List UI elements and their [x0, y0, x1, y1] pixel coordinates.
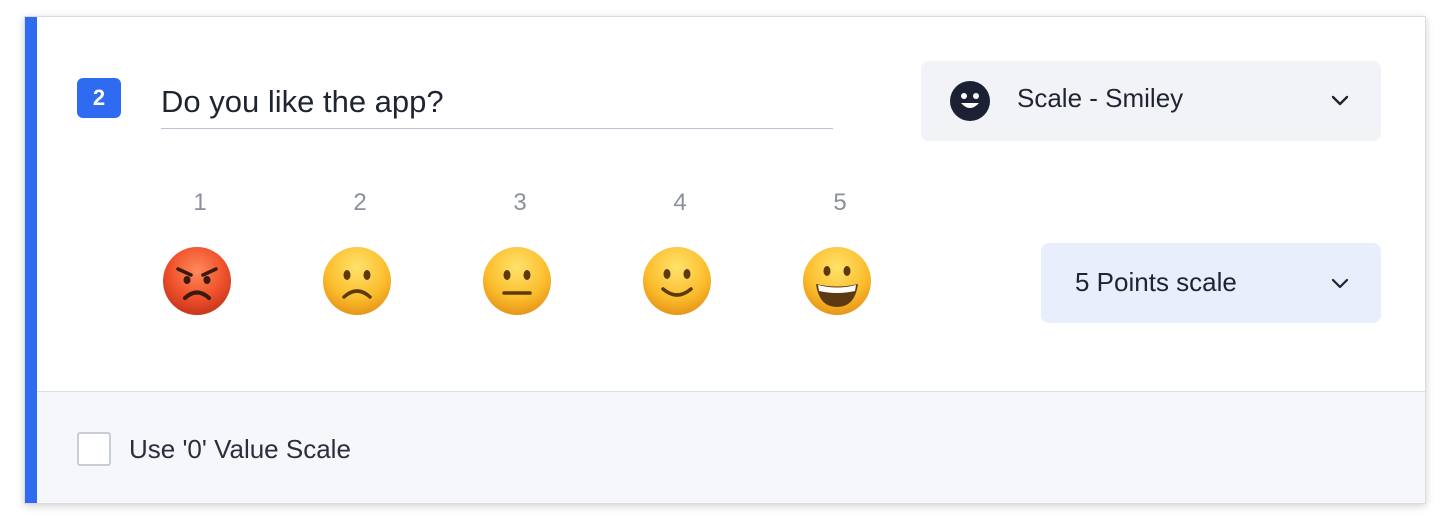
angry-face-icon[interactable]	[161, 245, 233, 317]
question-text-input[interactable]	[161, 75, 833, 129]
scale-number-2: 2	[353, 189, 367, 216]
scale-number-3: 3	[513, 189, 527, 216]
scale-points-dropdown[interactable]: 5 Points scale	[1041, 243, 1381, 323]
scale-number-1: 1	[193, 189, 207, 216]
zero-value-scale-label[interactable]: Use '0' Value Scale	[129, 434, 351, 465]
zero-value-scale-checkbox[interactable]	[77, 432, 111, 466]
active-question-indicator	[25, 17, 37, 503]
scale-number-5: 5	[833, 189, 847, 216]
smiley-face-icon	[950, 81, 990, 121]
question-card: 2 Scale - Smiley 1 2 3 4 5	[24, 16, 1426, 504]
slightly-smiling-face-icon[interactable]	[641, 245, 713, 317]
question-type-label: Scale - Smiley	[1017, 83, 1184, 113]
chevron-down-icon	[1331, 278, 1349, 289]
frowning-face-icon[interactable]	[321, 245, 393, 317]
question-number-badge: 2	[77, 78, 121, 118]
question-options-footer: Use '0' Value Scale	[37, 391, 1425, 503]
scale-points-label: 5 Points scale	[1075, 267, 1237, 297]
grinning-face-icon[interactable]	[801, 245, 873, 317]
question-type-dropdown[interactable]: Scale - Smiley	[921, 61, 1381, 141]
chevron-down-icon	[1331, 95, 1349, 106]
scale-number-4: 4	[673, 189, 687, 216]
neutral-face-icon[interactable]	[481, 245, 553, 317]
